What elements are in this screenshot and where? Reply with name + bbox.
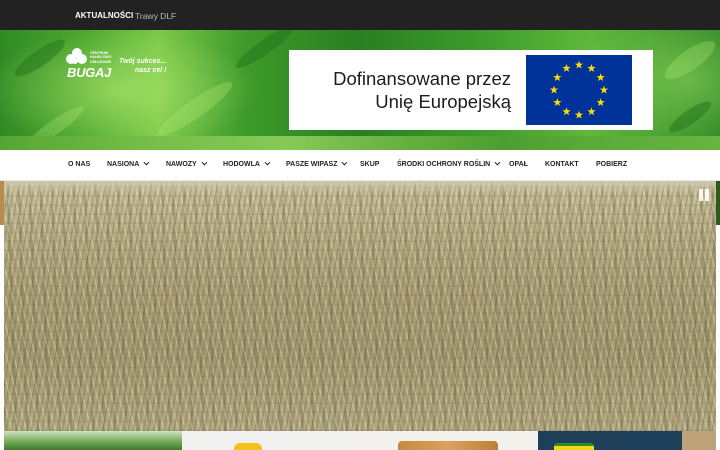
decor-leaf bbox=[10, 34, 70, 82]
nav-label: HODOWLA bbox=[223, 161, 260, 168]
decor-leaf bbox=[152, 75, 238, 143]
eu-star-icon bbox=[574, 110, 584, 119]
top-bar: AKTUALNOŚCI Trawy DLF bbox=[0, 0, 720, 30]
eu-star-icon bbox=[553, 73, 562, 82]
tile-seeds[interactable] bbox=[4, 431, 182, 450]
top-link-aktualnosci[interactable]: AKTUALNOŚCI bbox=[75, 11, 133, 20]
decor-leaf bbox=[659, 34, 720, 86]
sky-fade bbox=[4, 181, 716, 193]
logo-line: USŁUGOWE bbox=[90, 59, 112, 64]
nav-item-pasze-wipasz[interactable]: PASZE WIPASZ bbox=[286, 159, 348, 168]
nav-label: ŚRODKI OCHRONY ROŚLIN bbox=[397, 161, 491, 168]
nav-item-o-nas[interactable]: O NAS bbox=[68, 161, 90, 168]
eu-star-icon bbox=[587, 63, 596, 72]
eu-star-icon bbox=[596, 73, 605, 82]
logo-small-text: CENTRUM HANDLOWO USŁUGOWE bbox=[90, 51, 112, 64]
tile-fertilizers[interactable] bbox=[182, 431, 360, 450]
header-strip bbox=[0, 136, 720, 150]
nav-label: OPAŁ bbox=[509, 161, 528, 168]
chevron-down-icon bbox=[264, 159, 271, 166]
category-tiles bbox=[0, 431, 720, 450]
wheat-field-image bbox=[4, 181, 716, 431]
pause-icon[interactable] bbox=[698, 189, 710, 203]
slogan: Twój sukces... nasz cel ! bbox=[119, 57, 167, 75]
nav-item-nasiona[interactable]: NASIONA bbox=[107, 159, 150, 168]
decor-leaf bbox=[665, 96, 715, 138]
nav-item-hodowla[interactable]: HODOWLA bbox=[223, 159, 271, 168]
chevron-down-icon bbox=[143, 159, 150, 166]
nav-label: POBIERZ bbox=[596, 161, 628, 168]
nav-item-kontakt[interactable]: KONTAKT bbox=[545, 161, 579, 168]
eu-star-icon bbox=[596, 98, 605, 107]
top-link-trawy-dlf[interactable]: Trawy DLF bbox=[135, 11, 176, 21]
eu-star-icon bbox=[587, 107, 596, 116]
nav-item-skup[interactable]: SKUP bbox=[360, 161, 379, 168]
eu-flag-icon bbox=[526, 55, 632, 125]
chevron-down-icon bbox=[494, 159, 501, 166]
nav-item-pobierz[interactable]: POBIERZ bbox=[596, 161, 627, 168]
nav-item-opal[interactable]: OPAŁ bbox=[509, 161, 528, 168]
tile-products[interactable] bbox=[538, 431, 716, 450]
logo-brand: BUGAJ bbox=[67, 65, 112, 80]
eu-banner-text: Dofinansowane przez Unię Europejską bbox=[333, 67, 511, 113]
eu-banner-line-1: Dofinansowane przez bbox=[333, 68, 511, 89]
eu-star-icon bbox=[562, 107, 571, 116]
nav-item-nawozy[interactable]: NAWOZY bbox=[166, 159, 207, 168]
eu-star-icon bbox=[574, 60, 584, 69]
eu-banner-line-2: Unię Europejską bbox=[375, 91, 511, 112]
decor-leaf bbox=[232, 30, 298, 73]
nav-label: KONTAKT bbox=[545, 161, 579, 168]
eu-funding-banner[interactable]: Dofinansowane przez Unię Europejską bbox=[289, 50, 653, 130]
nav-label: SKUP bbox=[360, 161, 380, 168]
nav-label: O NAS bbox=[68, 161, 91, 168]
eu-star-icon bbox=[549, 85, 559, 94]
nav-item-srodki-ochrony-roslin[interactable]: ŚRODKI OCHRONY ROŚLIN bbox=[397, 159, 501, 168]
eu-star-icon bbox=[553, 98, 562, 107]
tile-feed[interactable] bbox=[360, 431, 538, 450]
slogan-line-2: nasz cel ! bbox=[135, 67, 167, 74]
nav-label: NAWOZY bbox=[166, 161, 197, 168]
nav-label: NASIONA bbox=[107, 161, 140, 168]
main-nav: O NAS NASIONA NAWOZY HODOWLA PASZE WIPAS… bbox=[0, 150, 720, 181]
chevron-down-icon bbox=[342, 159, 348, 166]
eu-star-icon bbox=[562, 63, 571, 72]
slogan-line-1: Twój sukces... bbox=[119, 58, 167, 65]
hero-slider[interactable] bbox=[0, 181, 720, 431]
nav-label: PASZE WIPASZ bbox=[286, 161, 338, 168]
slider-next-peek bbox=[716, 181, 720, 225]
chevron-down-icon bbox=[201, 159, 207, 166]
eu-star-icon bbox=[599, 85, 609, 94]
